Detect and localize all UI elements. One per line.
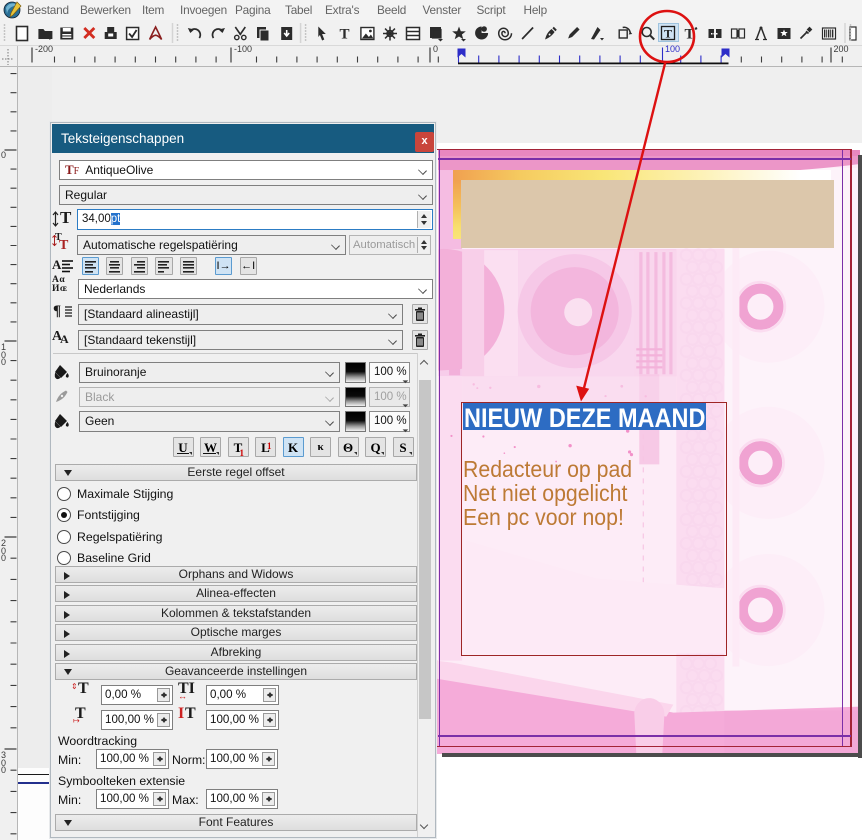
svg-text:T: T xyxy=(339,27,349,43)
svg-text:T: T xyxy=(664,27,672,41)
svg-text:T: T xyxy=(684,27,694,43)
